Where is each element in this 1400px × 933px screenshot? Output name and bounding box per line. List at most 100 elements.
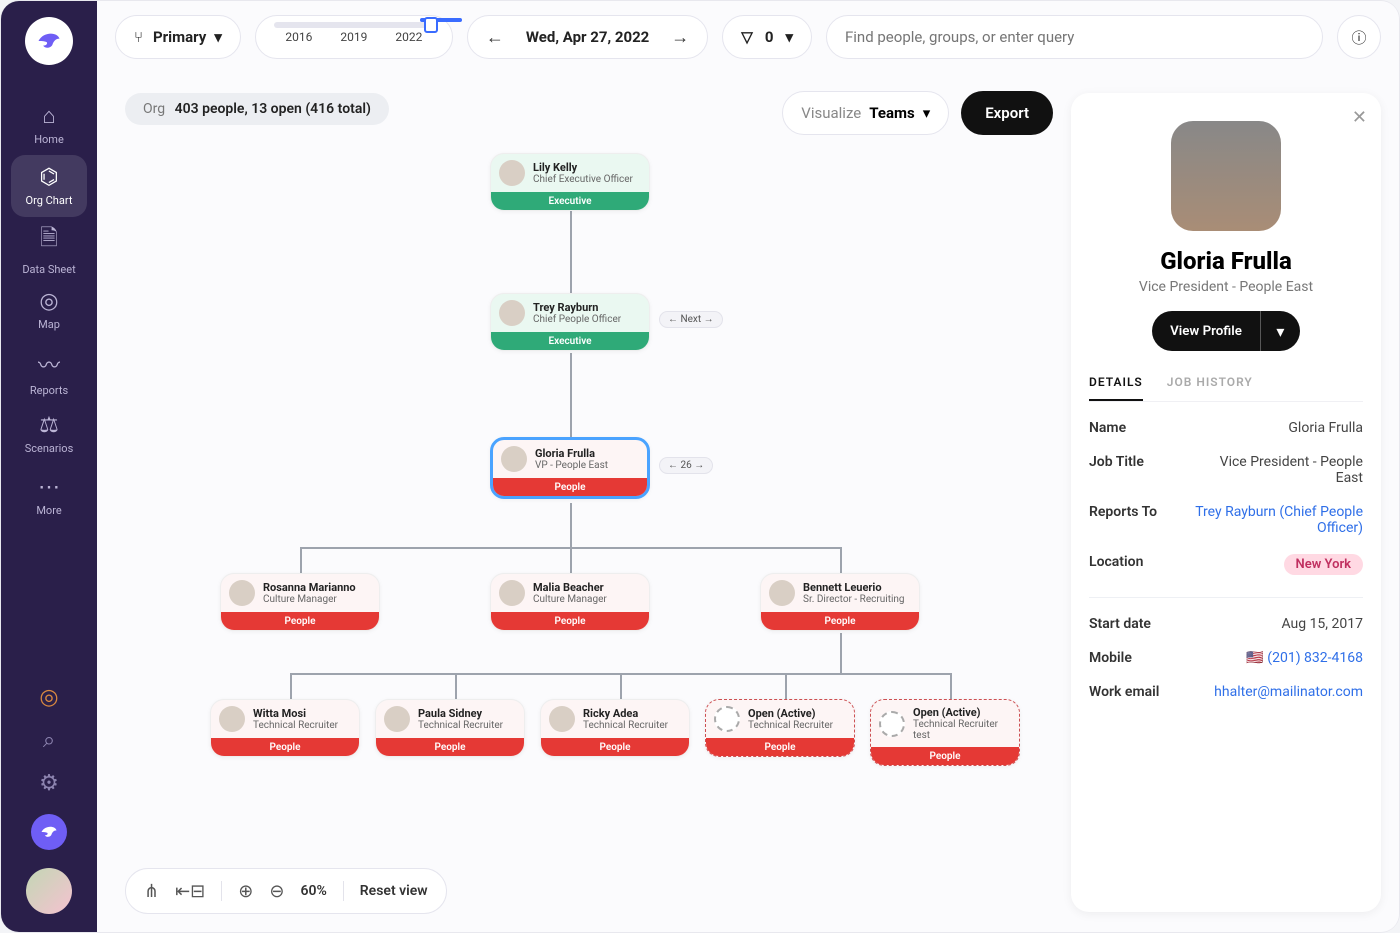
divider [1089,597,1363,598]
nav-more[interactable]: ⋯More [11,465,87,527]
crumb-text: 403 people, 13 open (416 total) [175,101,371,117]
next-arrow-icon[interactable]: → [671,27,689,48]
team-band: People [706,738,854,756]
field-label: Work email [1089,684,1159,700]
tab-job-history[interactable]: JOB HISTORY [1167,375,1253,401]
user-avatar[interactable] [26,868,72,914]
field-label: Location [1089,554,1143,570]
person-node[interactable]: Witta MosiTechnical Recruiter People [210,699,360,757]
flag-icon: 🇺🇸 [1246,650,1263,666]
tab-details[interactable]: DETAILS [1089,375,1143,401]
person-name: Open (Active) [748,707,833,720]
zoom-in-icon[interactable]: ⊕ [238,881,253,902]
home-icon: ⌂ [42,103,55,129]
person-node[interactable]: Paula SidneyTechnical Recruiter People [375,699,525,757]
field-value: Gloria Frulla [1288,420,1363,436]
connector [290,673,292,699]
tree-icon[interactable]: ⋔ [144,881,159,902]
panel-person-name: Gloria Frulla [1089,247,1363,275]
search-input-wrap[interactable] [826,15,1323,59]
zoom-value: 60% [300,883,326,899]
timeline-thumb[interactable] [424,17,438,33]
chevron-down-icon: ▾ [214,28,222,46]
org-chart-canvas[interactable]: Org 403 people, 13 open (416 total) Visu… [125,93,1053,912]
view-profile-dropdown[interactable]: ▾ [1260,311,1300,351]
connector [300,547,302,573]
nav-reports[interactable]: 〰Reports [11,341,87,403]
nav-data-sheet[interactable]: 🗎Data Sheet [11,217,87,279]
person-node[interactable]: Bennett LeuerioSr. Director - Recruiting… [760,573,920,631]
email-link[interactable]: hhalter@mailinator.com [1214,684,1363,700]
mobile-link[interactable]: 🇺🇸 (201) 832-4168 [1246,650,1363,666]
reports-to-link[interactable]: Trey Rayburn (Chief People Officer) [1193,504,1363,536]
open-role-node[interactable]: Open (Active)Technical Recruiter People [705,699,855,757]
person-name: Paula Sidney [418,707,503,720]
person-node[interactable]: Lily KellyChief Executive Officer Execut… [490,153,650,211]
breadcrumb[interactable]: Org 403 people, 13 open (416 total) [125,93,389,125]
visualize-selector[interactable]: Visualize Teams ▾ [782,91,949,135]
search-icon[interactable]: ⌕ [43,728,55,753]
person-node-selected[interactable]: Gloria FrullaVP - People East People [490,437,650,499]
app-logo[interactable] [25,17,73,65]
sheet-icon: 🗎 [40,221,58,259]
open-role-node[interactable]: Open (Active)Technical Recruiter test Pe… [870,699,1020,766]
nav-label: Org Chart [26,194,73,207]
reset-view-button[interactable]: Reset view [360,883,428,899]
chevron-down-icon: ▾ [1276,322,1284,341]
selector-label: Primary [153,28,206,46]
team-band: People [761,612,919,630]
connector [840,547,842,573]
team-band: Executive [491,192,649,210]
date-picker[interactable]: ← Wed, Apr 27, 2022 → [467,15,708,59]
mobile-value: (201) 832-4168 [1267,650,1363,666]
layout-icon[interactable]: ⇤⊟ [175,881,205,902]
info-button[interactable]: ⓘ [1337,15,1381,59]
person-node[interactable]: Rosanna MariannoCulture Manager People [220,573,380,631]
timeline-selector[interactable]: 2016 2019 2022 [255,15,453,59]
person-title: Technical Recruiter [748,720,833,731]
person-title: Technical Recruiter test [913,719,1011,741]
nav-map[interactable]: ◎Map [11,279,87,341]
settings-icon[interactable]: ⚙ [39,771,59,796]
connector [570,353,572,437]
connector [570,209,572,293]
team-band: People [493,478,647,496]
chevron-down-icon: ▾ [923,104,931,122]
peer-navigator[interactable]: ← 26 → [659,457,713,474]
scenario-selector[interactable]: ⑂ Primary ▾ [115,15,241,59]
crumb-prefix: Org [143,101,165,117]
field-label: Start date [1089,616,1151,632]
person-name: Open (Active) [913,706,1011,719]
person-node[interactable]: Malia BeacherCulture Manager People [490,573,650,631]
nav-home[interactable]: ⌂ Home [11,93,87,155]
zoom-out-icon[interactable]: ⊖ [269,881,284,902]
prev-arrow-icon[interactable]: ← [486,27,504,48]
team-band: People [541,738,689,756]
nav-label: More [36,504,61,517]
scenarios-icon: ⚖ [39,413,59,438]
view-profile-button[interactable]: View Profile [1152,311,1260,351]
person-node[interactable]: Trey RayburnChief People Officer Executi… [490,293,650,351]
field-label: Job Title [1089,454,1144,470]
open-avatar [879,711,905,737]
location-badge: New York [1284,554,1364,575]
person-name: Bennett Leuerio [803,581,905,594]
search-input[interactable] [845,28,1304,46]
person-name: Trey Rayburn [533,301,621,314]
person-node[interactable]: Ricky AdeaTechnical Recruiter People [540,699,690,757]
export-button[interactable]: Export [961,91,1053,135]
nav-label: Home [34,133,64,146]
peer-navigator[interactable]: ← Next → [659,311,723,328]
connector [620,673,622,699]
nav-scenarios[interactable]: ⚖Scenarios [11,403,87,465]
close-icon[interactable]: ✕ [1352,107,1367,128]
secondary-logo[interactable] [31,814,67,850]
branch-icon: ⑂ [134,28,143,46]
open-avatar [714,706,740,732]
nav-org-chart[interactable]: ⌬Org Chart [11,155,87,217]
person-title: Technical Recruiter [583,720,668,731]
filter-button[interactable]: ▽ 0 ▾ [722,15,812,59]
timeline-track[interactable] [274,22,434,28]
target-icon[interactable]: ◎ [39,685,58,710]
person-avatar [229,580,255,606]
